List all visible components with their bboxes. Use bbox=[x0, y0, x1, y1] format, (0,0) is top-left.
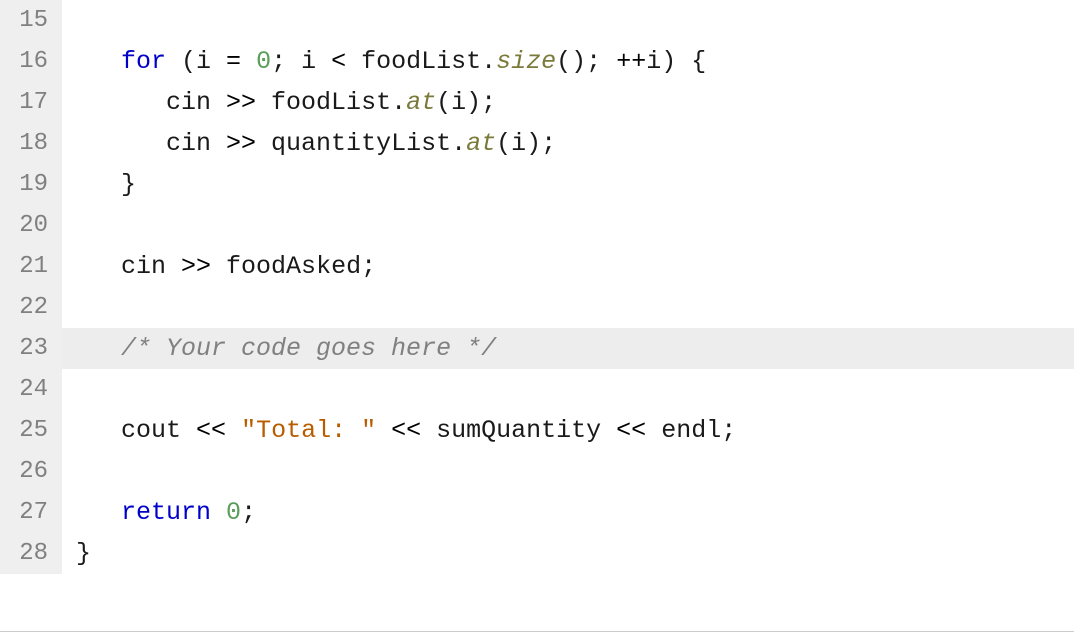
token: } bbox=[76, 539, 91, 568]
token bbox=[76, 334, 121, 363]
token: 0 bbox=[226, 498, 241, 527]
token: for bbox=[121, 47, 166, 76]
code-content bbox=[62, 287, 1074, 328]
token: = bbox=[226, 47, 241, 76]
code-line: 20 bbox=[0, 205, 1074, 246]
token: foodAsked; bbox=[211, 252, 376, 281]
code-editor: 1516 for (i = 0; i < foodList.size(); ++… bbox=[0, 0, 1074, 574]
code-content: return 0; bbox=[62, 492, 1074, 533]
code-line: 16 for (i = 0; i < foodList.size(); ++i)… bbox=[0, 41, 1074, 82]
code-line: 19 } bbox=[0, 164, 1074, 205]
token: >> bbox=[226, 129, 256, 158]
token: at bbox=[466, 129, 496, 158]
code-line: 27 return 0; bbox=[0, 492, 1074, 533]
code-content: cin >> foodList.at(i); bbox=[62, 82, 1074, 123]
token: ; i bbox=[271, 47, 331, 76]
line-number: 15 bbox=[0, 0, 62, 41]
token: sumQuantity bbox=[421, 416, 616, 445]
line-number: 23 bbox=[0, 328, 62, 369]
code-content bbox=[62, 0, 1074, 41]
token bbox=[376, 416, 391, 445]
code-line: 26 bbox=[0, 451, 1074, 492]
token: cin bbox=[76, 88, 226, 117]
code-line: 25 cout << "Total: " << sumQuantity << e… bbox=[0, 410, 1074, 451]
code-line: 23 /* Your code goes here */ bbox=[0, 328, 1074, 369]
line-number: 26 bbox=[0, 451, 62, 492]
code-line: 24 bbox=[0, 369, 1074, 410]
line-number: 21 bbox=[0, 246, 62, 287]
line-number: 20 bbox=[0, 205, 62, 246]
token: return bbox=[121, 498, 211, 527]
token: endl; bbox=[646, 416, 736, 445]
code-line: 18 cin >> quantityList.at(i); bbox=[0, 123, 1074, 164]
token: << bbox=[616, 416, 646, 445]
token: cin bbox=[76, 252, 181, 281]
token: /* Your code goes here */ bbox=[121, 334, 496, 363]
line-number: 16 bbox=[0, 41, 62, 82]
token: i) { bbox=[646, 47, 706, 76]
code-line: 22 bbox=[0, 287, 1074, 328]
token bbox=[226, 416, 241, 445]
code-line: 28} bbox=[0, 533, 1074, 574]
code-content: } bbox=[62, 533, 1074, 574]
token: < bbox=[331, 47, 346, 76]
token: cin bbox=[76, 129, 226, 158]
token: (); bbox=[556, 47, 616, 76]
code-content bbox=[62, 451, 1074, 492]
code-content: cout << "Total: " << sumQuantity << endl… bbox=[62, 410, 1074, 451]
code-content: cin >> foodAsked; bbox=[62, 246, 1074, 287]
line-number: 27 bbox=[0, 492, 62, 533]
line-number: 22 bbox=[0, 287, 62, 328]
token: } bbox=[76, 170, 136, 199]
code-line: 21 cin >> foodAsked; bbox=[0, 246, 1074, 287]
token: 0 bbox=[256, 47, 271, 76]
token: ; bbox=[241, 498, 256, 527]
token: >> bbox=[181, 252, 211, 281]
token: ++ bbox=[616, 47, 646, 76]
token: "Total: " bbox=[241, 416, 376, 445]
token bbox=[76, 498, 121, 527]
token: size bbox=[496, 47, 556, 76]
token bbox=[241, 47, 256, 76]
token: quantityList. bbox=[256, 129, 466, 158]
token: at bbox=[406, 88, 436, 117]
token bbox=[211, 498, 226, 527]
code-content: /* Your code goes here */ bbox=[62, 328, 1074, 369]
code-content: } bbox=[62, 164, 1074, 205]
token: (i bbox=[166, 47, 226, 76]
line-number: 24 bbox=[0, 369, 62, 410]
token: >> bbox=[226, 88, 256, 117]
line-number: 18 bbox=[0, 123, 62, 164]
line-number: 25 bbox=[0, 410, 62, 451]
code-content: for (i = 0; i < foodList.size(); ++i) { bbox=[62, 41, 1074, 82]
code-line: 15 bbox=[0, 0, 1074, 41]
code-content bbox=[62, 205, 1074, 246]
code-content: cin >> quantityList.at(i); bbox=[62, 123, 1074, 164]
line-number: 19 bbox=[0, 164, 62, 205]
token: cout bbox=[76, 416, 196, 445]
token bbox=[76, 47, 121, 76]
token: foodList. bbox=[346, 47, 496, 76]
token: << bbox=[196, 416, 226, 445]
token: (i); bbox=[496, 129, 556, 158]
token: (i); bbox=[436, 88, 496, 117]
token: foodList. bbox=[256, 88, 406, 117]
line-number: 17 bbox=[0, 82, 62, 123]
code-content bbox=[62, 369, 1074, 410]
line-number: 28 bbox=[0, 533, 62, 574]
code-line: 17 cin >> foodList.at(i); bbox=[0, 82, 1074, 123]
token: << bbox=[391, 416, 421, 445]
